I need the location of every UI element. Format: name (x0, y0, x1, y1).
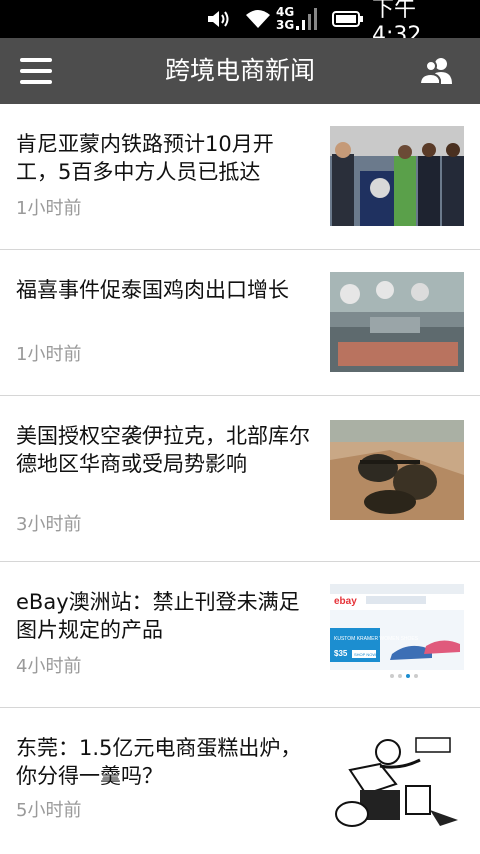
battery-icon (332, 0, 366, 38)
news-list: 肯尼亚蒙内铁路预计10月开工，5百多中方人员已抵达 1小时前 福喜事件促泰国鸡肉… (0, 104, 480, 854)
ebay-logo-text: ebay (334, 596, 357, 607)
news-item[interactable]: eBay澳洲站：禁止刊登未满足图片规定的产品 4小时前 ebay KUSTOM … (0, 562, 480, 708)
news-title: 美国授权空袭伊拉克，北部库尔德地区华商或受局势影响 (16, 424, 310, 476)
news-thumbnail (330, 126, 464, 226)
news-time: 5小时前 (16, 800, 82, 821)
network-3g-label: 3G (276, 18, 295, 32)
users-icon[interactable] (414, 52, 458, 90)
news-item[interactable]: 肯尼亚蒙内铁路预计10月开工，5百多中方人员已抵达 1小时前 (0, 104, 480, 250)
signal-bars-icon (296, 8, 318, 30)
news-thumbnail: ebay KUSTOM KRAMER WOMEN SHOES $35 SHOP … (330, 584, 464, 684)
news-item[interactable]: 东莞：1.5亿元电商蛋糕出炉，你分得一羹吗？ 5小时前 (0, 708, 480, 854)
news-title: 肯尼亚蒙内铁路预计10月开工，5百多中方人员已抵达 (16, 132, 274, 184)
news-title: 东莞：1.5亿元电商蛋糕出炉，你分得一羹吗？ (16, 736, 302, 788)
news-thumbnail (330, 272, 464, 372)
volume-icon (206, 0, 234, 38)
news-time: 1小时前 (16, 344, 82, 365)
news-thumbnail (330, 730, 464, 830)
news-item[interactable]: 福喜事件促泰国鸡肉出口增长 1小时前 (0, 250, 480, 396)
news-title: 福喜事件促泰国鸡肉出口增长 (16, 278, 289, 302)
clock: 下午 4:32 (372, 0, 422, 48)
news-time: 4小时前 (16, 656, 82, 677)
news-thumbnail (330, 420, 464, 520)
promo-shop-now-text: SHOP NOW (354, 652, 376, 657)
news-time: 1小时前 (16, 198, 82, 219)
news-item[interactable]: 美国授权空袭伊拉克，北部库尔德地区华商或受局势影响 3小时前 (0, 396, 480, 562)
status-bar: 4G 3G 下午 4:32 (0, 0, 480, 48)
news-time: 3小时前 (16, 514, 82, 535)
app-title: 跨境电商新闻 (164, 56, 315, 85)
app-bar: 跨境电商新闻 (0, 38, 480, 104)
news-title: eBay澳洲站：禁止刊登未满足图片规定的产品 (16, 590, 300, 642)
network-indicator: 4G 3G (276, 0, 326, 38)
promo-price-text: $35 (334, 649, 348, 658)
wifi-icon (244, 0, 274, 38)
promo-banner-text: KUSTOM KRAMER WOMEN SHOES (334, 636, 419, 642)
